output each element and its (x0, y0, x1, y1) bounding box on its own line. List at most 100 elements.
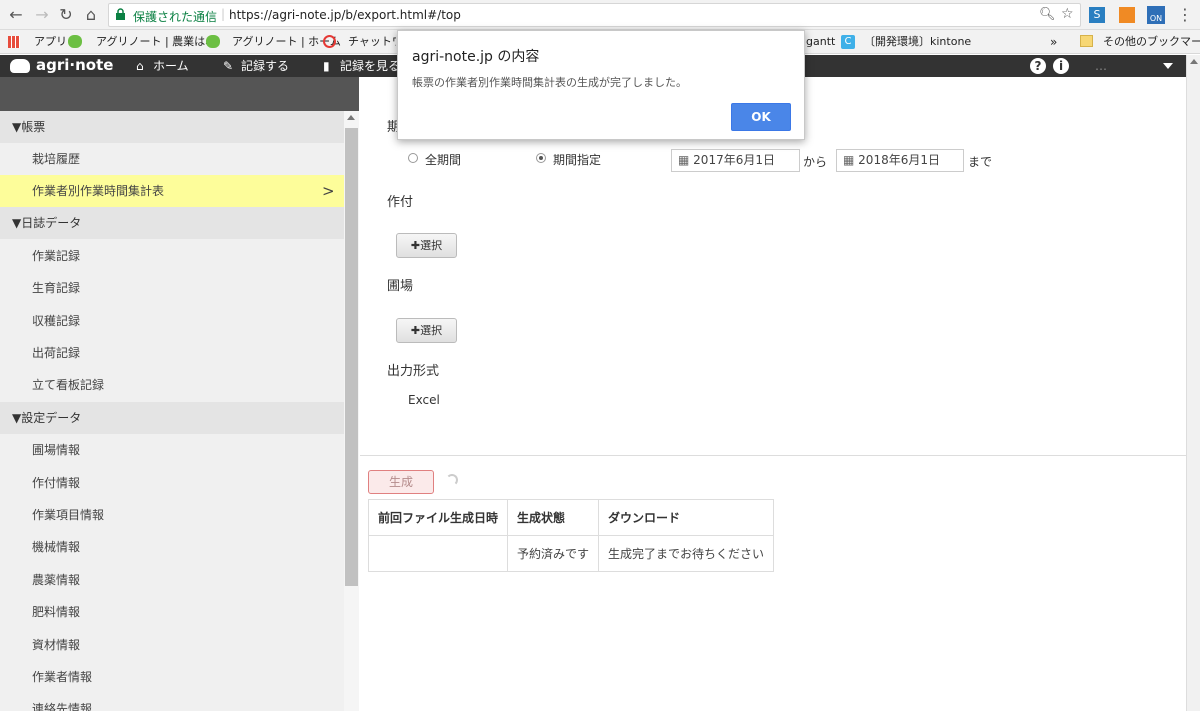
frog-icon (68, 35, 82, 48)
radio-range-period-label: 期間指定 (553, 153, 602, 167)
date-from-value: 2017年6月1日 (693, 153, 775, 167)
sidebar-item-field-info[interactable]: 圃場情報 (0, 434, 344, 466)
sidebar-item-worker-info[interactable]: 作業者情報 (0, 661, 344, 693)
date-to-input[interactable]: ▦ 2018年6月1日 (836, 149, 964, 172)
sidebar-item-pesticide-info[interactable]: 農薬情報 (0, 564, 344, 596)
bookmark-kintone[interactable]: 〔開発環境〕kintone (864, 34, 971, 50)
output-format-value: Excel (408, 393, 440, 407)
nav-view-records[interactable]: 記録を見る (340, 57, 400, 75)
folder-icon (1080, 35, 1093, 47)
table-row: 予約済みです 生成完了までお待ちください (367, 535, 775, 572)
sidebar-item-work-record[interactable]: 作業記録 (0, 240, 344, 272)
extension-s-icon[interactable]: S (1089, 7, 1105, 23)
lock-icon (116, 8, 125, 20)
radio-all-period-label: 全期間 (425, 153, 462, 167)
info-icon[interactable]: i (1053, 58, 1069, 74)
section-settings[interactable]: ▼設定データ (0, 402, 344, 434)
pencil-icon: ✎ (223, 59, 234, 73)
scrollbar-thumb[interactable] (345, 128, 358, 586)
crop-label: 作付 (387, 195, 414, 210)
dialog-title: agri-note.jp の内容 (412, 49, 540, 65)
sidebar-item-shipment-record[interactable]: 出荷記録 (0, 337, 344, 369)
sidebar-item-growth-record[interactable]: 生育記録 (0, 272, 344, 304)
radio-all-period[interactable] (408, 153, 418, 163)
result-table: 前回ファイル生成日時 生成状態 ダウンロード 予約済みです 生成完了までお待ちく… (367, 499, 775, 572)
field-label: 圃場 (387, 279, 414, 294)
app-logo[interactable]: agri·note (36, 56, 113, 74)
crop-select-button[interactable]: ✚選択 (396, 233, 457, 258)
chevron-right-icon: > (322, 182, 335, 200)
scroll-up-icon[interactable] (347, 115, 355, 120)
sidebar: ▼帳票 栽培履歴 作業者別作業時間集計表 > ▼日誌データ 作業記録 生育記録 … (0, 77, 359, 711)
back-icon[interactable]: ← (6, 5, 26, 25)
alert-dialog: agri-note.jp の内容 帳票の作業者別作業時間集計表の生成が完了しまし… (397, 30, 805, 140)
sidebar-item-crop-info[interactable]: 作付情報 (0, 467, 344, 499)
sidebar-item-task-info[interactable]: 作業項目情報 (0, 499, 344, 531)
zoom-icon[interactable]: 🔍︎ (1039, 7, 1056, 22)
nav-home[interactable]: ホーム (153, 57, 189, 75)
plus-icon: ✚ (410, 239, 421, 252)
until-label: まで (968, 155, 993, 169)
sidebar-item-contact-info[interactable]: 連絡先情報 (0, 693, 344, 711)
page-scrollbar[interactable] (1186, 55, 1200, 711)
bookmark-other[interactable]: その他のブックマーク (1103, 34, 1200, 50)
home-nav-icon: ⌂ (136, 59, 144, 73)
kintone-icon: C (841, 35, 855, 49)
address-bar[interactable]: 保護された通信 | https://agri-note.jp/b/export.… (108, 3, 1081, 27)
sidebar-item-machine-info[interactable]: 機械情報 (0, 531, 344, 563)
dialog-message: 帳票の作業者別作業時間集計表の生成が完了しました。 (412, 76, 687, 89)
col-last-generated: 前回ファイル生成日時 (367, 499, 509, 536)
sidebar-item-signboard-record[interactable]: 立て看板記録 (0, 369, 344, 401)
radio-range-period[interactable] (536, 153, 546, 163)
bookmark-chatwork[interactable]: チャットワーク (348, 34, 396, 50)
bookmark-apps[interactable]: アプリ (34, 34, 67, 50)
reload-icon[interactable]: ↻ (56, 5, 76, 25)
loading-spinner-icon (446, 474, 458, 486)
extension-on-icon[interactable]: ON (1147, 6, 1165, 24)
bookmark-agrinote-1[interactable]: アグリノート | 農業は、 (96, 34, 216, 50)
divider (360, 455, 1186, 456)
extension-chart-icon[interactable] (1119, 7, 1135, 23)
main-content (360, 77, 1186, 711)
user-dropdown-icon[interactable] (1163, 63, 1173, 69)
sidebar-item-fertilizer-info[interactable]: 肥料情報 (0, 596, 344, 628)
help-icon[interactable]: ? (1030, 58, 1046, 74)
user-name[interactable]: … (1095, 57, 1107, 75)
menu-dots-icon[interactable]: ⋮ (1177, 5, 1193, 25)
calendar-icon: ▦ (678, 153, 690, 167)
nav-record[interactable]: 記録する (241, 57, 289, 75)
logo-frog-icon (10, 59, 30, 73)
home-icon[interactable]: ⌂ (81, 5, 101, 25)
date-from-input[interactable]: ▦ 2017年6月1日 (671, 149, 800, 172)
ok-button[interactable]: OK (731, 103, 791, 131)
sidebar-item-worker-hours[interactable]: 作業者別作業時間集計表 > (0, 175, 344, 207)
col-download: ダウンロード (598, 499, 775, 536)
sidebar-item-label: 作業者別作業時間集計表 (32, 184, 165, 198)
url-text[interactable]: https://agri-note.jp/b/export.html#/top (229, 8, 461, 22)
sidebar-item-cultivation-history[interactable]: 栽培履歴 (0, 143, 344, 175)
bookmark-gantt[interactable]: gantt (806, 34, 835, 50)
browser-toolbar: ← → ↻ ⌂ 保護された通信 | https://agri-note.jp/b… (0, 0, 1200, 30)
date-to-value: 2018年6月1日 (858, 153, 940, 167)
sidebar-item-harvest-record[interactable]: 収穫記録 (0, 305, 344, 337)
calendar-icon: ▦ (843, 153, 855, 167)
cell-last-generated (367, 535, 509, 572)
generate-button[interactable]: 生成 (368, 470, 434, 494)
star-icon[interactable]: ☆ (1061, 6, 1074, 22)
section-diary[interactable]: ▼日誌データ (0, 207, 344, 239)
bookmarks-overflow[interactable]: » (1050, 34, 1057, 50)
apps-grid-icon (8, 36, 20, 48)
scroll-up-icon[interactable] (1190, 59, 1198, 64)
chatwork-icon (323, 35, 336, 48)
cell-status: 予約済みです (507, 535, 600, 572)
table-header-row: 前回ファイル生成日時 生成状態 ダウンロード (367, 499, 775, 536)
section-reports[interactable]: ▼帳票 (0, 111, 344, 143)
from-label: から (803, 155, 828, 169)
col-status: 生成状態 (507, 499, 600, 536)
secure-label: 保護された通信 (133, 10, 218, 24)
frog-icon (206, 35, 220, 48)
sidebar-scrollbar[interactable] (344, 111, 359, 711)
sidebar-item-material-info[interactable]: 資材情報 (0, 629, 344, 661)
field-select-button[interactable]: ✚選択 (396, 318, 457, 343)
forward-icon[interactable]: → (32, 5, 52, 25)
